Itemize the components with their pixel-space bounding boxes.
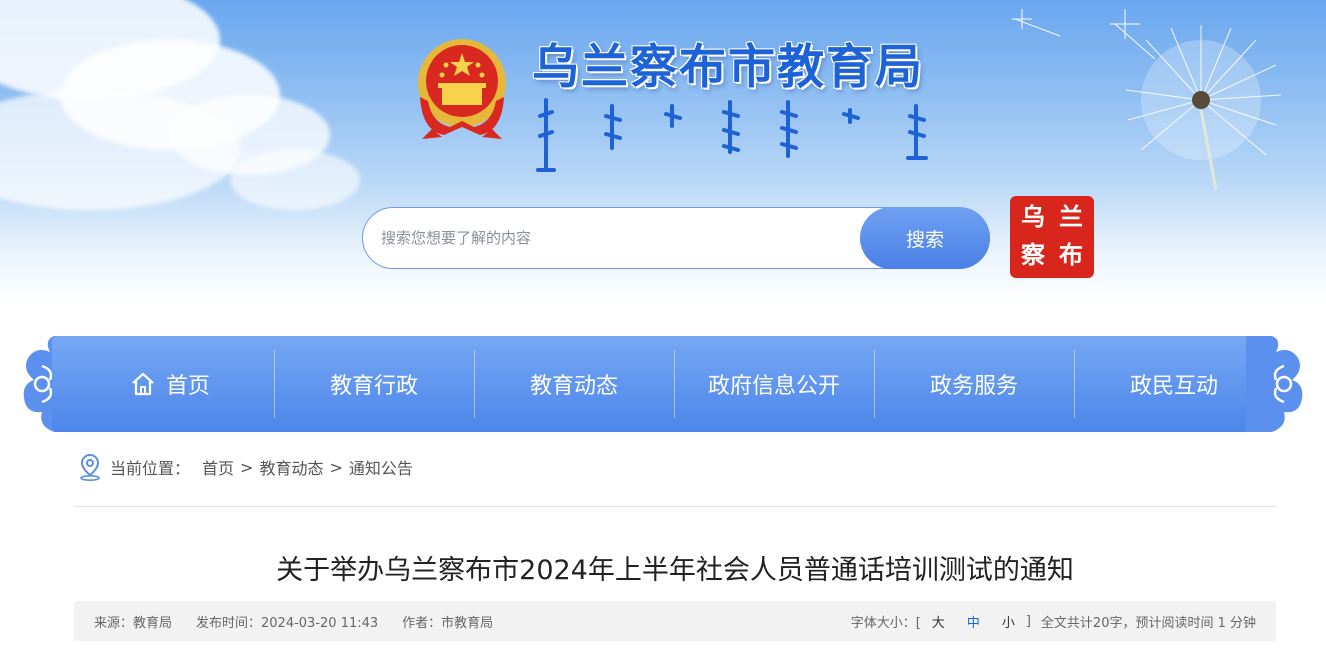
breadcrumb-separator: > [240,457,254,477]
seal-char: 兰 [1059,202,1083,231]
nav-item-label: 首页 [165,374,210,399]
location-pin-icon [80,453,100,481]
read-time-info: 全文共计20字，预计阅读时间 1 分钟 [1040,615,1256,631]
article-meta-right: 字体大小：[ 大 中 小 ] 全文共计20字，预计阅读时间 1 分钟 [851,601,1256,641]
main-nav: 首页 教育行政 教育动态 政府信息公开 政务服务 政民互动 [0,336,1326,432]
seal-char: 布 [1059,240,1083,269]
seal-char: 察 [1021,240,1045,269]
nav-item-education-news[interactable]: 教育动态 [474,350,674,418]
nav-item-label: 政民互动 [1129,374,1218,399]
font-size-medium-button[interactable]: 中 [967,612,980,631]
article-source: 来源：教育局 [94,615,173,631]
seal-logo: 乌 兰 察 布 [1010,196,1094,278]
font-size-label: 字体大小：[ [850,615,921,631]
nav-item-label: 教育动态 [529,374,618,399]
article-meta-bar: 来源：教育局 发布时间：2024-03-20 11:43 作者：市教育局 字体大… [74,601,1276,641]
mongolian-script-logo [536,98,928,172]
search-bar: 搜索 [362,207,990,269]
article-meta-left: 来源：教育局 发布时间：2024-03-20 11:43 作者：市教育局 [94,601,517,641]
site-title: 乌兰察布市教育局 [532,40,924,95]
nav-item-public-interaction[interactable]: 政民互动 [1074,350,1274,418]
seed-decoration [1012,9,1156,60]
font-size-large-button[interactable]: 大 [932,612,945,631]
search-button[interactable]: 搜索 [860,207,990,269]
breadcrumb-home-link[interactable]: 首页 [202,455,234,479]
breadcrumb-education-news-link[interactable]: 教育动态 [259,455,323,479]
search-input[interactable] [381,218,851,258]
header-banner: 乌兰察布市教育局 搜索 乌 兰 察 布 [0,0,1326,300]
cloud-decoration [230,150,360,210]
nav-item-label: 政务服务 [929,374,1018,399]
breadcrumb-prefix: 当前位置： [110,459,191,478]
font-size-small-button[interactable]: 小 [1002,612,1015,631]
breadcrumb: 当前位置： 首页 > 教育动态 > 通知公告 [78,452,413,482]
article-author: 作者：市教育局 [402,615,494,631]
nav-item-label: 教育行政 [329,374,418,399]
nav-item-home[interactable]: 首页 [70,350,270,418]
nav-item-gov-services[interactable]: 政务服务 [874,350,1074,418]
home-icon [132,372,154,396]
font-size-close: ] [1025,613,1031,629]
national-emblem-icon [418,39,506,139]
article-title: 关于举办乌兰察布市2024年上半年社会人员普通话培训测试的通知 [276,555,1074,586]
breadcrumb-notices-link[interactable]: 通知公告 [349,455,413,479]
breadcrumb-divider [74,506,1276,507]
seal-char: 乌 [1021,202,1045,231]
breadcrumb-separator: > [329,457,343,477]
nav-item-education-admin[interactable]: 教育行政 [274,350,474,418]
article-publish-time: 发布时间：2024-03-20 11:43 [196,615,379,631]
nav-item-gov-info[interactable]: 政府信息公开 [674,350,874,418]
nav-item-label: 政府信息公开 [707,374,840,399]
